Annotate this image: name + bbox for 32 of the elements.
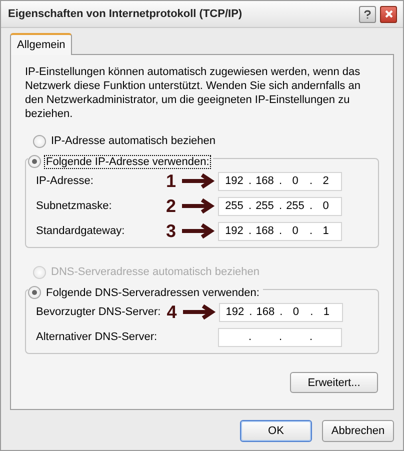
- arrow-icon: [180, 223, 216, 239]
- window-title: Eigenschaften von Internetprotokoll (TCP/IP): [8, 8, 244, 20]
- cancel-button[interactable]: Abbrechen: [322, 420, 394, 442]
- radio-button[interactable]: [28, 155, 41, 168]
- field-label: Alternativer DNS-Server:: [36, 331, 158, 343]
- field-label: Bevorzugter DNS-Server:: [36, 306, 162, 318]
- close-icon: [384, 10, 392, 18]
- ip-address-field[interactable]: . . .: [218, 328, 342, 346]
- ip-address-field[interactable]: 192 . 168 . 0 . 1: [218, 302, 343, 322]
- ip-address-field[interactable]: 255 . 255 . 255 . 0: [218, 196, 342, 216]
- intro-text: IP-Einstellungen können automatisch zugewiesen werden, wenn das Netzwerk diese Funktion unterstützt. Wenden Sie sich andernfalls an den Netzwerkadministrator, um die geeigneten IP-Einstellungen zu beziehen.: [25, 65, 362, 121]
- field-label: IP-Adresse:: [36, 175, 94, 187]
- ip-address-field[interactable]: 192 . 168 . 0 . 1: [218, 222, 342, 240]
- step-number: 2: [166, 196, 176, 216]
- radio-label[interactable]: IP-Adresse automatisch beziehen: [50, 135, 216, 147]
- field-label: Subnetzmaske:: [36, 200, 113, 212]
- help-button[interactable]: [359, 6, 376, 22]
- step-number: 1: [166, 170, 176, 192]
- advanced-button[interactable]: Erweitert...: [290, 372, 378, 393]
- tab[interactable]: Allgemein: [10, 33, 72, 55]
- ip-address-field[interactable]: 192 . 168 . 0 . 2: [218, 172, 342, 190]
- ok-button[interactable]: OK: [240, 420, 312, 442]
- arrow-icon: [180, 304, 217, 320]
- radio-button[interactable]: [33, 134, 46, 148]
- help-icon: [364, 10, 371, 18]
- field-label: Standardgateway:: [36, 225, 126, 237]
- arrow-icon: [180, 198, 216, 214]
- step-number: 3: [166, 220, 176, 242]
- close-button[interactable]: [380, 6, 397, 22]
- step-number: 4: [166, 302, 177, 322]
- arrow-icon: [180, 173, 216, 189]
- radio-button[interactable]: [28, 286, 41, 299]
